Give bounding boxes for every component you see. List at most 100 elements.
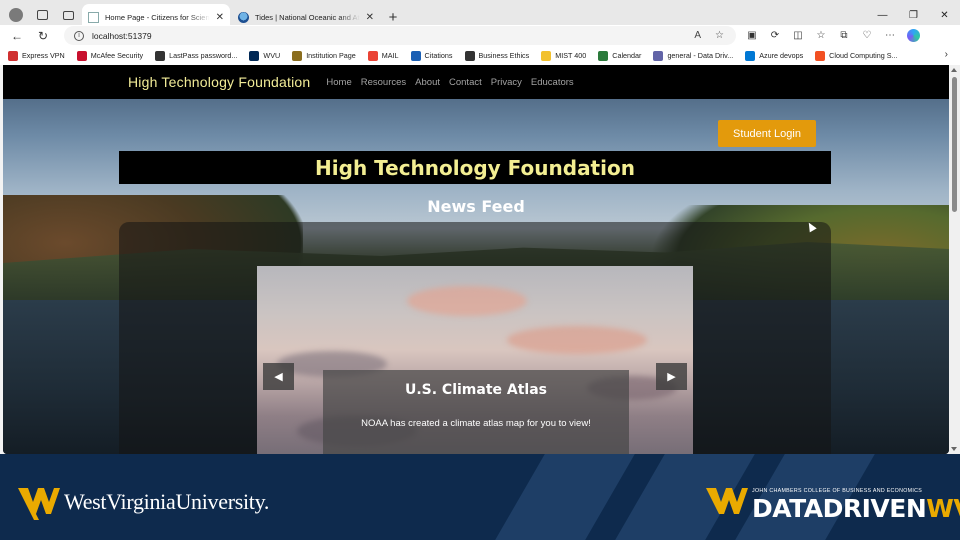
copilot-icon[interactable] [906, 29, 920, 43]
bookmark-label: Citations [424, 51, 453, 60]
info-icon[interactable]: i [74, 30, 84, 41]
profile-icon[interactable] [4, 3, 28, 27]
sky-cloud [507, 326, 647, 354]
bookmark-item[interactable]: Azure devops [745, 50, 804, 61]
bookmark-favicon-icon [8, 50, 18, 61]
carousel-caption: U.S. Climate Atlas NOAA has created a cl… [323, 370, 629, 454]
nav-resources[interactable]: Resources [361, 77, 406, 88]
close-tab-icon[interactable]: ✕ [366, 12, 374, 23]
wvu-logo: WestVirginiaUniversity. [18, 484, 269, 520]
bookmark-label: Calendar [612, 51, 642, 60]
sky-cloud [407, 286, 527, 316]
tab-title: Home Page - Citizens for Science [105, 12, 210, 22]
scroll-down-icon[interactable] [951, 447, 957, 451]
bookmark-label: Azure devops [759, 51, 804, 60]
bookmark-favicon-icon [249, 50, 260, 61]
bookmark-label: WVU [263, 51, 281, 60]
bookmark-item[interactable]: WVU [249, 50, 281, 61]
bookmark-label: MIST 400 [555, 51, 587, 60]
bookmark-item[interactable]: Institution Page [292, 50, 356, 61]
bookmark-favicon-icon [653, 50, 664, 61]
back-icon[interactable]: ← [4, 25, 30, 46]
bookmark-item[interactable]: Business Ethics [464, 50, 530, 61]
carousel-next-button[interactable]: ▶ [656, 363, 687, 390]
refresh-icon[interactable]: ↻ [30, 25, 56, 46]
chevron-left-icon: ◀ [274, 371, 283, 383]
bookmark-item[interactable]: MIST 400 [541, 50, 587, 61]
bookmark-item[interactable]: Citations [410, 50, 453, 61]
bookmark-label: Cloud Computing S... [829, 51, 898, 60]
carousel-prev-button[interactable]: ◀ [263, 363, 294, 390]
nav-about[interactable]: About [415, 77, 440, 88]
bookmark-favicon-icon [815, 50, 826, 61]
address-field[interactable]: i localhost:51379 A ☆ [64, 26, 736, 45]
news-feed-heading: News Feed [427, 197, 525, 216]
bookmark-item[interactable]: MAIL [367, 50, 399, 61]
bookmark-favicon-icon [598, 50, 609, 61]
address-bar-row: ← ↻ i localhost:51379 A ☆ ▣ ⟳ ◫ ☆ ⧉ ♡ ⋯ [0, 25, 960, 46]
flying-wv-icon [18, 488, 60, 520]
bookmark-label: Institution Page [306, 51, 356, 60]
carousel-caption-title: U.S. Climate Atlas [404, 382, 548, 398]
datadrivenwv-wordmark: DATADRIVENWV [752, 494, 960, 523]
bookmark-label: McAfee Security [90, 51, 144, 60]
noaa-icon [238, 11, 249, 23]
read-aloud-icon[interactable]: A [694, 30, 701, 41]
favorite-star-icon[interactable]: ☆ [715, 30, 724, 41]
bookmark-item[interactable]: Express VPN [8, 50, 65, 61]
nav-home[interactable]: Home [326, 77, 351, 88]
bookmark-label: LastPass password... [169, 51, 238, 60]
datadriven-text: DATADRIVEN [752, 494, 927, 523]
student-login-button[interactable]: Student Login [718, 120, 816, 147]
decorative-stripe [495, 454, 635, 540]
scroll-up-icon[interactable] [951, 68, 957, 72]
bookmark-item[interactable]: McAfee Security [76, 50, 144, 61]
chevron-right-icon: ▶ [667, 371, 676, 383]
nav-contact[interactable]: Contact [449, 77, 482, 88]
refresh-extension-icon[interactable]: ⟳ [768, 29, 782, 43]
bookmark-favicon-icon [367, 50, 378, 61]
nav-privacy[interactable]: Privacy [491, 77, 522, 88]
bookmarks-overflow-icon[interactable]: › [945, 49, 948, 60]
wvu-wordmark: WestVirginiaUniversity. [64, 489, 270, 514]
scrollbar-thumb[interactable] [952, 77, 957, 212]
bookmark-label: Express VPN [22, 51, 65, 60]
favorites-icon[interactable]: ☆ [814, 29, 828, 43]
page-title: High Technology Foundation [315, 155, 635, 180]
page-viewport: High Technology Foundation Home Resource… [3, 65, 949, 454]
browser-essentials-icon[interactable]: ♡ [860, 29, 874, 43]
bookmark-item[interactable]: Cloud Computing S... [815, 50, 898, 61]
bookmark-item[interactable]: general - Data Driv... [653, 50, 734, 61]
wv-text: WV [926, 494, 960, 523]
datadrivenwv-logo [706, 484, 748, 520]
bookmark-favicon-icon [745, 50, 756, 61]
page-icon [88, 11, 99, 23]
tab-actions-icon[interactable] [56, 3, 80, 27]
page-scrollbar[interactable] [949, 65, 960, 454]
nav-educators[interactable]: Educators [531, 77, 574, 88]
flying-wv-icon [706, 488, 748, 514]
bookmark-label: Business Ethics [478, 51, 530, 60]
bookmark-label: general - Data Driv... [667, 51, 734, 60]
url-text[interactable]: localhost:51379 [92, 31, 152, 41]
close-tab-icon[interactable]: ✕ [216, 12, 224, 23]
collections-icon[interactable]: ⧉ [837, 29, 851, 43]
bookmark-favicon-icon [410, 50, 421, 61]
bookmark-label: MAIL [381, 51, 399, 60]
site-brand-link[interactable]: High Technology Foundation [128, 74, 310, 90]
bookmark-favicon-icon [155, 50, 166, 61]
video-footer-banner: WestVirginiaUniversity. JOHN CHAMBERS CO… [0, 454, 960, 540]
split-screen-icon[interactable]: ◫ [791, 29, 805, 43]
extension-icon[interactable]: ▣ [745, 29, 759, 43]
site-navbar: High Technology Foundation Home Resource… [3, 65, 949, 99]
more-options-icon[interactable]: ⋯ [883, 29, 897, 43]
workspaces-icon[interactable] [30, 3, 54, 27]
bookmark-favicon-icon [292, 50, 303, 61]
page-banner: High Technology Foundation [119, 151, 831, 184]
bookmark-item[interactable]: LastPass password... [155, 50, 238, 61]
bookmark-item[interactable]: Calendar [598, 50, 642, 61]
bookmarks-bar: Express VPN McAfee Security LastPass passw… [0, 46, 960, 65]
news-carousel[interactable]: U.S. Climate Atlas NOAA has created a cl… [257, 266, 693, 454]
bookmark-favicon-icon [464, 50, 475, 61]
carousel-caption-text: NOAA has created a climate atlas map for… [361, 418, 591, 429]
